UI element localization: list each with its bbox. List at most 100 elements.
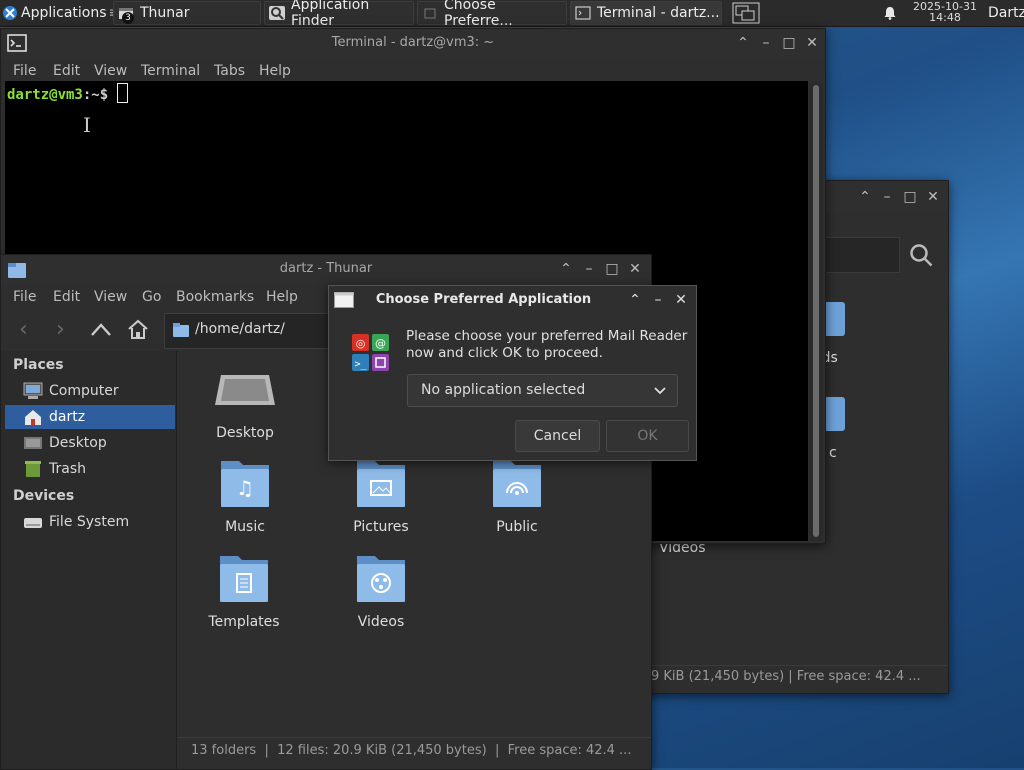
music-folder-icon: ♫ [221, 461, 269, 507]
shell-prompt: dartz@vm3:~$ [7, 83, 128, 103]
home-folder-icon [25, 410, 41, 425]
desktop-folder-icon [215, 375, 275, 405]
menu-file[interactable]: File [13, 63, 36, 79]
shade-icon[interactable]: ⌃ [857, 189, 873, 205]
task-count-badge: 3 [122, 12, 134, 24]
menu-edit[interactable]: Edit [53, 63, 80, 79]
svg-text:♫: ♫ [236, 476, 254, 500]
maximize-icon[interactable]: □ [781, 35, 797, 51]
user-menu-button[interactable]: Dartz [988, 0, 1024, 26]
panel-clock[interactable]: 2025-10-31 14:48 [908, 1, 982, 23]
close-icon[interactable]: ✕ [627, 261, 643, 277]
close-icon[interactable]: ✕ [925, 189, 941, 205]
location-bar[interactable]: /home/dartz/ [164, 313, 336, 349]
status-bar: 13 folders | 12 files: 20.9 KiB (21,450 … [191, 743, 632, 758]
sidebar-item-file-system[interactable]: File System [5, 510, 175, 534]
menu-go[interactable]: Go [142, 289, 161, 305]
close-icon[interactable]: ✕ [673, 292, 689, 308]
shade-icon[interactable]: ⌃ [558, 261, 574, 277]
preferred-applications-icon: ◎ @ >_ [352, 334, 389, 371]
back-arrow-icon[interactable]: ‹ [19, 317, 28, 342]
home-icon[interactable] [127, 318, 149, 340]
menu-help[interactable]: Help [266, 289, 298, 305]
terminal-titlebar[interactable]: Terminal - dartz@vm3: ~ ⌃ – □ ✕ [1, 29, 825, 59]
top-panel: Applications ≡ 3 Thunar Application Find… [0, 0, 1024, 29]
maximize-icon[interactable]: □ [902, 189, 918, 205]
ok-button[interactable]: OK [606, 420, 689, 452]
workspace-switcher[interactable] [730, 0, 762, 26]
close-icon[interactable]: ✕ [804, 35, 820, 51]
task-application-finder[interactable]: Application Finder [264, 0, 414, 29]
search-icon[interactable] [909, 243, 935, 269]
dialog-message: Please choose your preferred Mail Reader… [406, 328, 687, 362]
maximize-icon[interactable]: □ [604, 261, 620, 277]
desktop-icon [24, 437, 42, 449]
svg-text:@: @ [375, 337, 386, 350]
task-terminal[interactable]: Terminal - dartz... [570, 1, 722, 25]
up-arrow-icon[interactable] [90, 321, 112, 337]
minimize-icon[interactable]: – [581, 261, 597, 277]
minimize-icon[interactable]: – [879, 189, 895, 205]
workspaces-icon [732, 2, 760, 24]
minimize-icon[interactable]: – [758, 35, 774, 51]
sidebar-item-desktop[interactable]: Desktop [5, 431, 175, 455]
dialog-titlebar[interactable]: Choose Preferred Application ⌃ – ✕ [329, 286, 696, 314]
sidebar-item-label: File System [49, 514, 130, 530]
notification-button[interactable] [882, 0, 898, 26]
applications-menu-button[interactable]: Applications ≡ [2, 0, 120, 26]
thunar-titlebar[interactable]: dartz - Thunar ⌃ – □ ✕ [1, 255, 651, 285]
sidebar-item-trash[interactable]: Trash [5, 457, 175, 481]
task-thunar[interactable]: 3 Thunar [113, 1, 261, 25]
folder-desktop[interactable]: Desktop [185, 367, 305, 441]
forward-arrow-icon[interactable]: › [56, 317, 65, 342]
folder-pictures[interactable]: Pictures [321, 457, 441, 535]
thunar-task-icon: 3 [118, 5, 134, 24]
xfce-logo-icon [3, 6, 17, 20]
drive-icon [24, 518, 42, 528]
choose-preferred-dialog[interactable]: Choose Preferred Application ⌃ – ✕ ◎ @ >… [328, 285, 697, 461]
ibeam-cursor-icon: I [83, 113, 91, 137]
folder-public[interactable]: Public [457, 457, 577, 535]
menu-bookmarks[interactable]: Bookmarks [176, 289, 254, 305]
svg-text:◎: ◎ [356, 337, 366, 350]
folder-label: Desktop [216, 425, 274, 441]
shade-icon[interactable]: ⌃ [735, 35, 751, 51]
chevron-down-icon [654, 387, 666, 395]
folder-label: Public [496, 519, 538, 535]
clock-time: 14:48 [929, 11, 961, 24]
task-label: Terminal - dartz... [597, 5, 720, 21]
menu-terminal[interactable]: Terminal [141, 63, 200, 79]
sidebar-item-computer[interactable]: Computer [5, 379, 175, 403]
folder-small-icon [173, 323, 189, 337]
scrollbar-thumb[interactable] [813, 85, 819, 537]
menu-help[interactable]: Help [259, 63, 291, 79]
svg-text:>_: >_ [354, 359, 367, 370]
location-path: /home/dartz/ [195, 321, 285, 337]
sidebar-item-label: Computer [49, 383, 119, 399]
folder-templates[interactable]: Templates [184, 552, 304, 630]
window-title: dartz - Thunar [279, 261, 373, 276]
prompt-user: dartz@vm3 [7, 87, 83, 103]
trash-icon [25, 461, 41, 477]
menu-edit[interactable]: Edit [53, 289, 80, 305]
dialog-message-line2: now and click OK to proceed. [406, 345, 603, 361]
terminal-scrollbar[interactable] [809, 81, 823, 541]
applications-label: Applications [21, 5, 107, 21]
select-value: No application selected [421, 382, 586, 398]
cancel-button[interactable]: Cancel [515, 420, 600, 452]
menu-view[interactable]: View [94, 289, 127, 305]
shade-icon[interactable]: ⌃ [627, 292, 643, 308]
minimize-icon[interactable]: – [650, 292, 666, 308]
user-name: Dartz [988, 5, 1024, 21]
sidebar-item-dartz[interactable]: dartz [5, 405, 175, 429]
folder-music[interactable]: ♫ Music [185, 457, 305, 535]
application-select[interactable]: No application selected [407, 374, 678, 407]
menu-file[interactable]: File [13, 289, 36, 305]
folder-label: Templates [208, 614, 280, 630]
menu-tabs[interactable]: Tabs [214, 63, 245, 79]
folder-videos[interactable]: Videos [321, 552, 441, 630]
task-choose-preferred[interactable]: Choose Preferre... [417, 0, 567, 29]
divider [177, 737, 651, 738]
folder-label: Videos [357, 614, 405, 630]
menu-view[interactable]: View [94, 63, 127, 79]
